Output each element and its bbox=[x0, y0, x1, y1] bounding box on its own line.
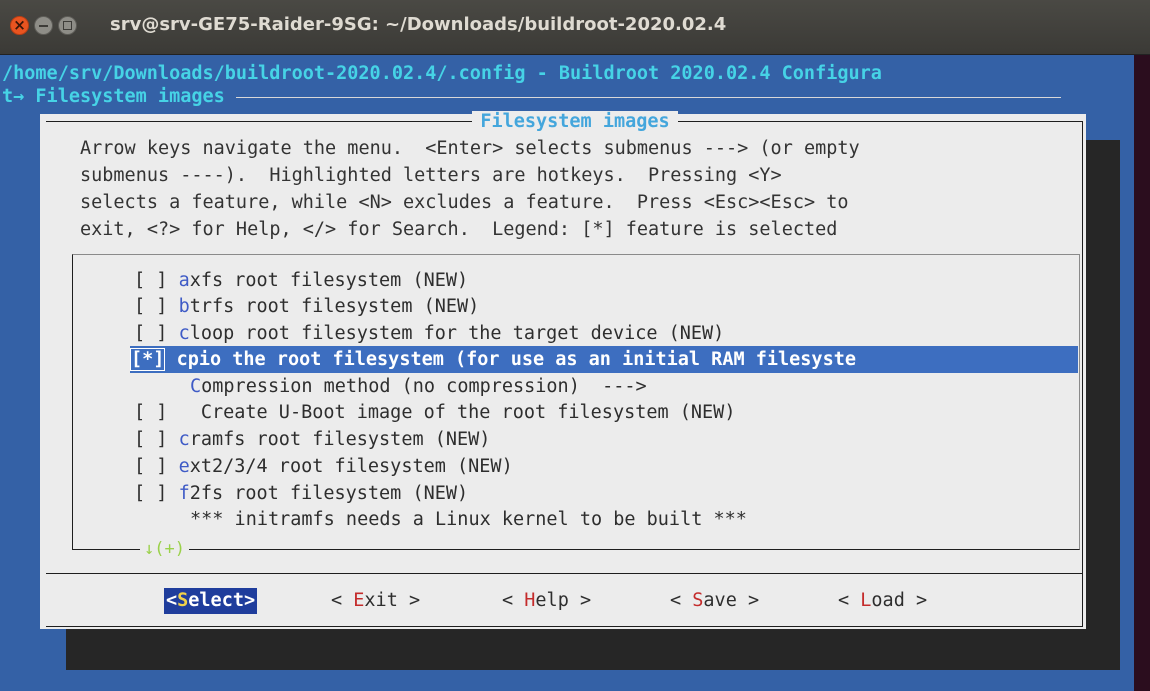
exit-button[interactable]: < Exit > bbox=[331, 588, 420, 614]
menu-item-cramfs[interactable]: [ ] cramfs root filesystem (NEW) bbox=[134, 426, 490, 453]
breadcrumb-label: t→ Filesystem images bbox=[2, 86, 236, 107]
more-items-indicator: ↓(+) bbox=[140, 539, 189, 559]
checkbox[interactable]: [ ] bbox=[134, 323, 167, 344]
maximize-window-button[interactable] bbox=[58, 16, 77, 35]
help-button-post: elp > bbox=[535, 590, 592, 611]
window-titlebar: srv@srv-GE75-Raider-9SG: ~/Downloads/bui… bbox=[0, 0, 1150, 55]
menu-item-cloop[interactable]: [ ] cloop root filesystem for the target… bbox=[134, 320, 724, 347]
save-button[interactable]: < Save > bbox=[670, 588, 759, 614]
select-button-pre: < bbox=[166, 590, 178, 611]
exit-button-pre: < bbox=[331, 590, 354, 611]
checkbox[interactable]: [ ] bbox=[134, 483, 167, 504]
save-button-hotkey: S bbox=[692, 590, 704, 611]
menu-item-axfs[interactable]: [ ] axfs root filesystem (NEW) bbox=[134, 267, 468, 294]
menu-item-label: 2fs root filesystem (NEW) bbox=[189, 483, 469, 504]
menu-comment-initramfs: *** initramfs needs a Linux kernel to be… bbox=[190, 506, 747, 533]
button-separator bbox=[46, 573, 1082, 574]
save-button-pre: < bbox=[670, 590, 693, 611]
hotkey-letter: b bbox=[178, 296, 190, 317]
menu-item-ext234[interactable]: [ ] ext2/3/4 root filesystem (NEW) bbox=[134, 453, 513, 480]
help-button-pre: < bbox=[502, 590, 525, 611]
checkbox[interactable]: [ ] bbox=[134, 456, 167, 477]
breadcrumb-rule bbox=[235, 96, 1061, 98]
save-button-post: ave > bbox=[703, 590, 760, 611]
terminal-edge bbox=[1134, 55, 1150, 691]
menu-item-label: trfs root filesystem (NEW) bbox=[189, 296, 480, 317]
menu-item-label: loop root filesystem for the target devi… bbox=[189, 323, 725, 344]
close-window-button[interactable] bbox=[10, 16, 29, 35]
select-button[interactable]: <Select> bbox=[164, 588, 258, 614]
load-button-pre: < bbox=[838, 590, 861, 611]
minimize-window-button[interactable] bbox=[34, 16, 53, 35]
menu-item-compression-method[interactable]: Compression method (no compression) ---> bbox=[190, 373, 647, 400]
checkbox-checked[interactable]: [*] bbox=[130, 348, 166, 371]
hotkey-letter: c bbox=[176, 349, 188, 370]
load-button-post: oad > bbox=[871, 590, 928, 611]
checkbox[interactable]: [ ] bbox=[134, 296, 167, 317]
load-button-hotkey: L bbox=[860, 590, 872, 611]
menu-item-label: ramfs root filesystem (NEW) bbox=[189, 429, 491, 450]
select-button-post: elect> bbox=[188, 590, 256, 611]
comment-text: *** initramfs needs a Linux kernel to be… bbox=[190, 509, 747, 530]
menu-item-label: xt2/3/4 root filesystem (NEW) bbox=[189, 456, 513, 477]
hotkey-letter: c bbox=[178, 429, 190, 450]
dialog-title: Filesystem images bbox=[0, 110, 1150, 134]
help-text: Arrow keys navigate the menu. <Enter> se… bbox=[80, 138, 860, 240]
hotkey-letter: a bbox=[178, 270, 190, 291]
dialog-title-text: Filesystem images bbox=[472, 111, 678, 132]
hotkey-letter: f bbox=[178, 483, 190, 504]
menu-item-label: xfs root filesystem (NEW) bbox=[189, 270, 469, 291]
menu-item-btrfs[interactable]: [ ] btrfs root filesystem (NEW) bbox=[134, 293, 479, 320]
load-button[interactable]: < Load > bbox=[838, 588, 927, 614]
menu-item-label: ompression method (no compression) ---> bbox=[201, 376, 647, 397]
breadcrumb: t→ Filesystem images bbox=[2, 84, 1061, 110]
window-title: srv@srv-GE75-Raider-9SG: ~/Downloads/bui… bbox=[110, 14, 727, 35]
help-button-hotkey: H bbox=[524, 590, 536, 611]
checkbox[interactable]: [ ] bbox=[134, 429, 167, 450]
checkbox[interactable]: [ ] bbox=[134, 402, 167, 423]
hotkey-letter: e bbox=[178, 456, 190, 477]
menu-item-uboot-image[interactable]: [ ] Create U-Boot image of the root file… bbox=[134, 399, 735, 426]
checkbox[interactable]: [ ] bbox=[134, 270, 167, 291]
menu-item-f2fs[interactable]: [ ] f2fs root filesystem (NEW) bbox=[134, 480, 468, 507]
menu-item-label: Create U-Boot image of the root filesyst… bbox=[167, 402, 736, 423]
select-button-hotkey: S bbox=[177, 590, 189, 611]
hotkey-letter: c bbox=[178, 323, 190, 344]
menu-item-label: pio the root filesystem (for use as an i… bbox=[187, 349, 856, 370]
help-button[interactable]: < Help > bbox=[502, 588, 591, 614]
exit-button-post: xit > bbox=[364, 590, 421, 611]
hotkey-letter: C bbox=[190, 376, 202, 397]
menu-item-cpio-selected[interactable]: [*] cpio the root filesystem (for use as… bbox=[130, 346, 1078, 373]
exit-button-hotkey: E bbox=[353, 590, 365, 611]
